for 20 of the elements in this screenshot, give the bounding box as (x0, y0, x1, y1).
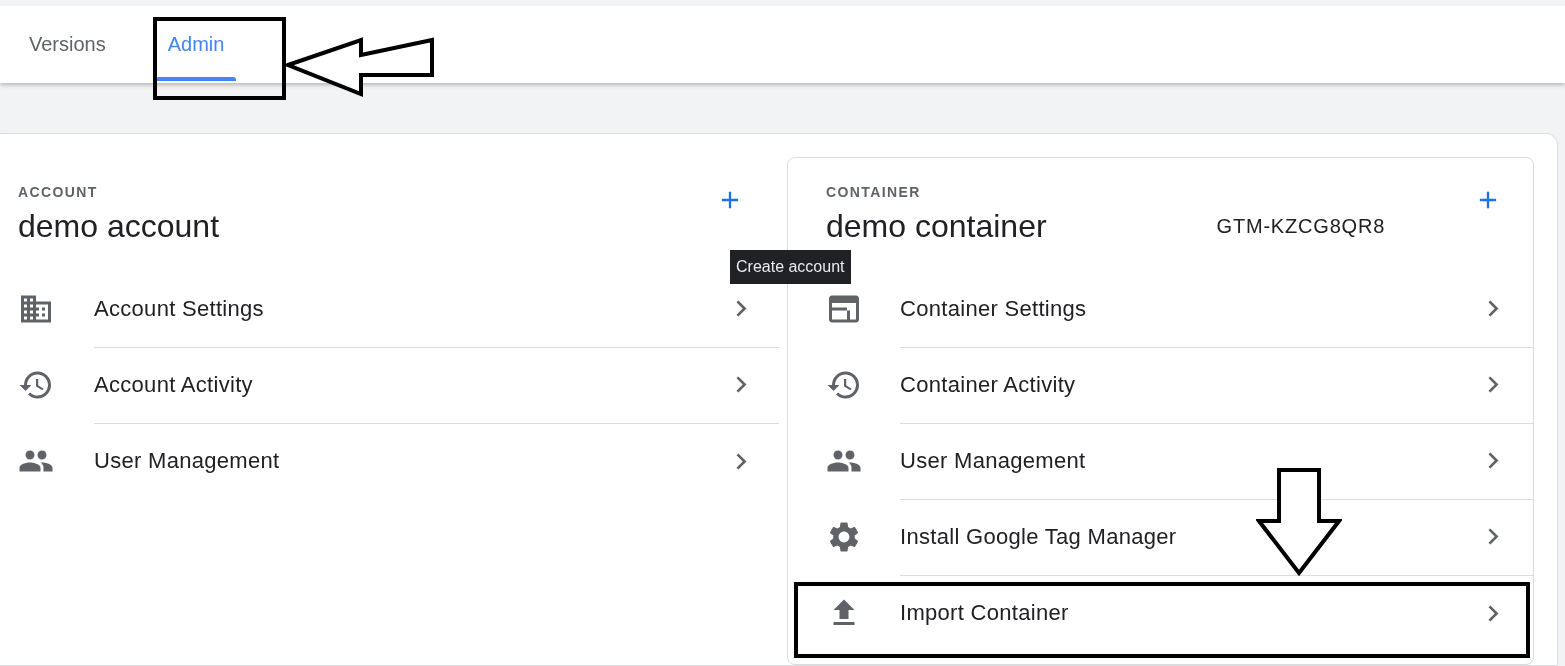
menu-item[interactable]: Account Activity (18, 347, 779, 423)
menu-item[interactable]: Container Activity (826, 347, 1533, 423)
menu-item[interactable]: User Management (18, 423, 779, 499)
chevron-right-icon (1488, 452, 1499, 469)
chevron-right-icon (736, 300, 747, 317)
chevron-right-icon (1488, 604, 1499, 622)
tab[interactable]: Admin (151, 6, 241, 83)
chevron-right-icon (736, 452, 747, 470)
chevron-right-icon (736, 376, 747, 393)
section-label: CONTAINER (826, 184, 922, 200)
chevron-right-icon (1488, 300, 1499, 317)
section-label: ACCOUNT (18, 184, 99, 200)
container-id: GTM-KZCG8QR8 (1216, 214, 1386, 238)
account-name: demo account (18, 207, 219, 245)
container-name: demo container (826, 207, 1047, 245)
chevron-right-icon (1488, 528, 1499, 545)
chevron-right-icon (1488, 376, 1499, 393)
tab[interactable]: Versions (13, 6, 122, 83)
tooltip: Create account (730, 250, 851, 284)
menu-item[interactable]: Import Container (826, 575, 1533, 651)
